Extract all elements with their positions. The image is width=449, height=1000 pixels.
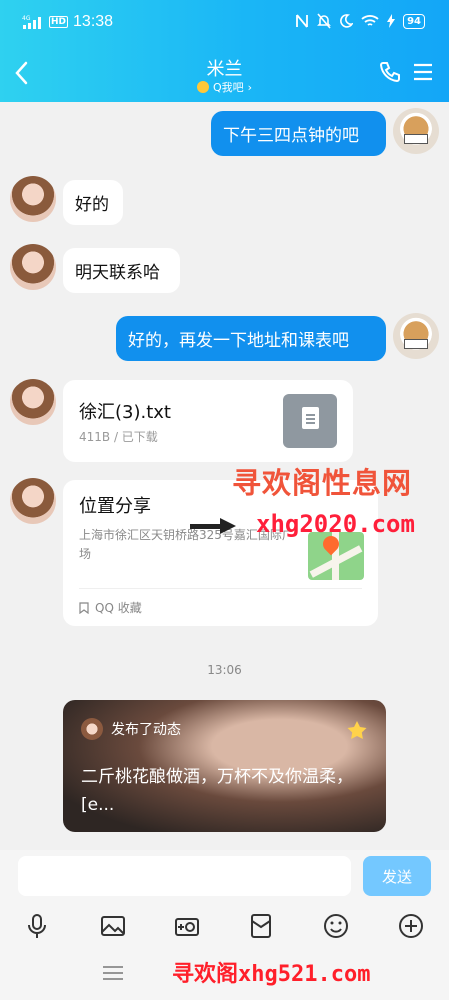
message-bubble[interactable]: 明天联系哈 bbox=[63, 248, 180, 293]
wifi-icon bbox=[361, 15, 379, 26]
watermark-footer: 寻欢阁xhg521.com bbox=[172, 962, 371, 987]
message-bubble[interactable]: 下午三四点钟的吧 bbox=[211, 111, 386, 156]
self-avatar[interactable] bbox=[393, 313, 439, 359]
map-thumbnail bbox=[308, 532, 364, 580]
status-bar: 4G HD 13:38 94 bbox=[0, 0, 449, 48]
red-packet-icon[interactable] bbox=[247, 912, 275, 940]
status-time: 13:38 bbox=[73, 13, 114, 30]
watermark-url: xhg2020.com bbox=[256, 510, 415, 538]
network-label: 4G bbox=[22, 15, 31, 22]
contact-avatar[interactable] bbox=[10, 478, 56, 524]
battery-level: 94 bbox=[403, 13, 425, 29]
moon-icon bbox=[340, 14, 354, 28]
nfc-icon bbox=[296, 14, 308, 28]
divider bbox=[79, 588, 362, 589]
timestamp: 13:06 bbox=[207, 663, 242, 677]
message-input[interactable] bbox=[18, 856, 351, 896]
self-avatar[interactable] bbox=[393, 108, 439, 154]
document-icon bbox=[283, 394, 337, 448]
message-bubble[interactable]: 好的，再发一下地址和课表吧 bbox=[116, 316, 386, 361]
location-source: QQ 收藏 bbox=[79, 599, 142, 616]
camera-icon[interactable] bbox=[173, 912, 201, 940]
smile-icon bbox=[196, 81, 209, 93]
file-name: 徐汇(3).txt bbox=[79, 402, 171, 423]
star-badge-icon bbox=[347, 721, 367, 739]
post-header: 发布了动态 bbox=[81, 718, 181, 740]
send-button[interactable]: 发送 bbox=[363, 856, 431, 896]
cat-sign-graphic bbox=[404, 134, 428, 144]
phone-icon[interactable] bbox=[378, 60, 402, 84]
hd-badge: HD bbox=[49, 16, 69, 28]
location-source-label: QQ 收藏 bbox=[95, 601, 142, 615]
location-title: 位置分享 bbox=[79, 496, 151, 517]
plus-icon[interactable] bbox=[397, 912, 425, 940]
message-bubble[interactable]: 好的 bbox=[63, 180, 123, 225]
signal-icon: 4G bbox=[22, 15, 41, 29]
charging-icon bbox=[387, 14, 396, 28]
watermark-text: 寻欢阁性息网 bbox=[232, 466, 413, 500]
contact-avatar[interactable] bbox=[10, 244, 56, 290]
composer: 发送 bbox=[0, 850, 449, 906]
feed-post-card[interactable]: 发布了动态 二斤桃花酿做酒，万杯不及你温柔，[e... bbox=[63, 700, 386, 832]
chat-header: 4G HD 13:38 94 米兰 Q我吧 › bbox=[0, 0, 449, 102]
post-text: 二斤桃花酿做酒，万杯不及你温柔，[e... bbox=[81, 767, 353, 815]
contact-avatar[interactable] bbox=[10, 379, 56, 425]
mute-icon bbox=[317, 13, 332, 29]
microphone-icon[interactable] bbox=[23, 912, 51, 940]
chat-nav: 米兰 Q我吧 › bbox=[0, 52, 449, 98]
image-icon[interactable] bbox=[99, 912, 127, 940]
bookmark-icon bbox=[79, 601, 89, 614]
chevron-right-icon: › bbox=[247, 80, 253, 94]
file-message[interactable]: 徐汇(3).txt 411B / 已下载 bbox=[63, 380, 353, 462]
contact-avatar[interactable] bbox=[10, 176, 56, 222]
contact-status-text: Q我吧 bbox=[212, 81, 244, 94]
arrow-right-icon bbox=[190, 518, 236, 534]
post-author-avatar bbox=[81, 718, 103, 740]
emoji-icon[interactable] bbox=[322, 912, 350, 940]
file-meta: 411B / 已下载 bbox=[79, 430, 158, 444]
menu-icon[interactable] bbox=[413, 62, 433, 82]
input-toolbar bbox=[0, 906, 449, 948]
menu-icon[interactable] bbox=[103, 965, 123, 981]
cat-sign-graphic bbox=[404, 339, 428, 349]
post-label: 发布了动态 bbox=[111, 722, 181, 738]
